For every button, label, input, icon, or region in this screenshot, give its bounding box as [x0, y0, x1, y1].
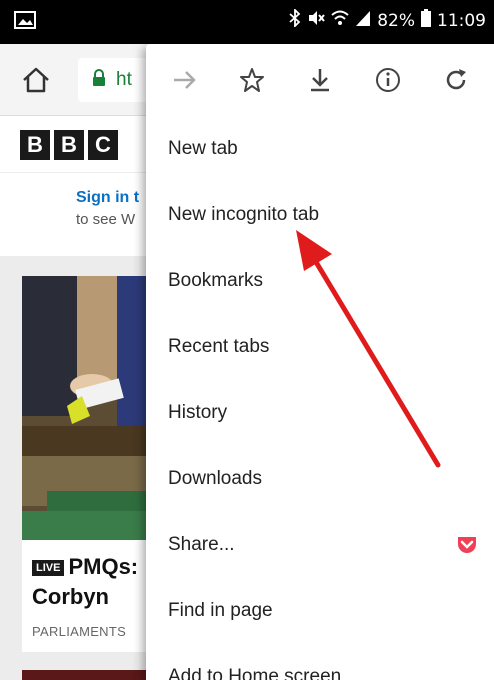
menu-list: New tab New incognito tab Bookmarks Rece…: [146, 116, 494, 680]
bbc-logo[interactable]: B B C: [20, 130, 118, 160]
mute-icon: [307, 9, 325, 32]
menu-item-label: New incognito tab: [168, 204, 320, 225]
pocket-icon[interactable]: [456, 534, 478, 556]
lock-icon: [92, 68, 106, 92]
news-photo[interactable]: [22, 276, 152, 540]
wifi-icon: [331, 9, 349, 32]
menu-item-label: Downloads: [168, 468, 262, 489]
menu-item-find-in-page[interactable]: Find in page: [146, 578, 494, 644]
logo-letter: C: [88, 130, 118, 160]
bluetooth-icon: [289, 7, 301, 32]
logo-letter: B: [20, 130, 50, 160]
download-icon[interactable]: [300, 60, 340, 100]
menu-item-add-to-home-screen[interactable]: Add to Home screen: [146, 644, 494, 680]
clock: 11:09: [437, 10, 486, 31]
menu-item-downloads[interactable]: Downloads: [146, 446, 494, 512]
next-story-photo[interactable]: [22, 670, 152, 680]
home-icon[interactable]: [18, 62, 54, 98]
menu-item-history[interactable]: History: [146, 380, 494, 446]
status-icons: 82% 11:09: [289, 7, 486, 32]
url-text: ht: [116, 69, 132, 90]
headline-text-2: Corbyn: [32, 584, 109, 609]
menu-item-recent-tabs[interactable]: Recent tabs: [146, 314, 494, 380]
menu-item-new-incognito-tab[interactable]: New incognito tab: [146, 182, 494, 248]
menu-item-label: Bookmarks: [168, 270, 264, 291]
menu-item-label: Add to Home screen: [168, 666, 342, 680]
headline-text-1: PMQs:: [68, 554, 139, 579]
menu-icon-row: [146, 44, 494, 116]
forward-icon[interactable]: [164, 60, 204, 100]
menu-item-label: New tab: [168, 138, 238, 159]
headline-tag: PARLIAMENTS: [32, 624, 127, 639]
headline-title: LIVE PMQs:: [32, 554, 138, 580]
bookmark-star-icon[interactable]: [232, 60, 272, 100]
live-badge: LIVE: [32, 560, 65, 577]
info-icon[interactable]: [368, 60, 408, 100]
overflow-menu: New tab New incognito tab Bookmarks Rece…: [146, 44, 494, 680]
image-icon: [14, 10, 36, 30]
reload-icon[interactable]: [436, 60, 476, 100]
signin-link[interactable]: Sign in t: [76, 189, 139, 207]
menu-item-label: Share...: [168, 534, 235, 555]
signin-subtext: to see W: [76, 211, 136, 228]
menu-item-bookmarks[interactable]: Bookmarks: [146, 248, 494, 314]
menu-item-label: History: [168, 402, 228, 423]
battery-icon: [421, 9, 431, 32]
menu-item-new-tab[interactable]: New tab: [146, 116, 494, 182]
signal-icon: [355, 9, 371, 32]
status-bar: 82% 11:09: [0, 0, 494, 44]
menu-item-share[interactable]: Share...: [146, 512, 494, 578]
menu-item-label: Recent tabs: [168, 336, 270, 357]
menu-item-label: Find in page: [168, 600, 273, 621]
battery-percent: 82%: [377, 10, 415, 31]
headline-card[interactable]: LIVE PMQs: Corbyn PARLIAMENTS: [22, 540, 152, 652]
logo-letter: B: [54, 130, 84, 160]
